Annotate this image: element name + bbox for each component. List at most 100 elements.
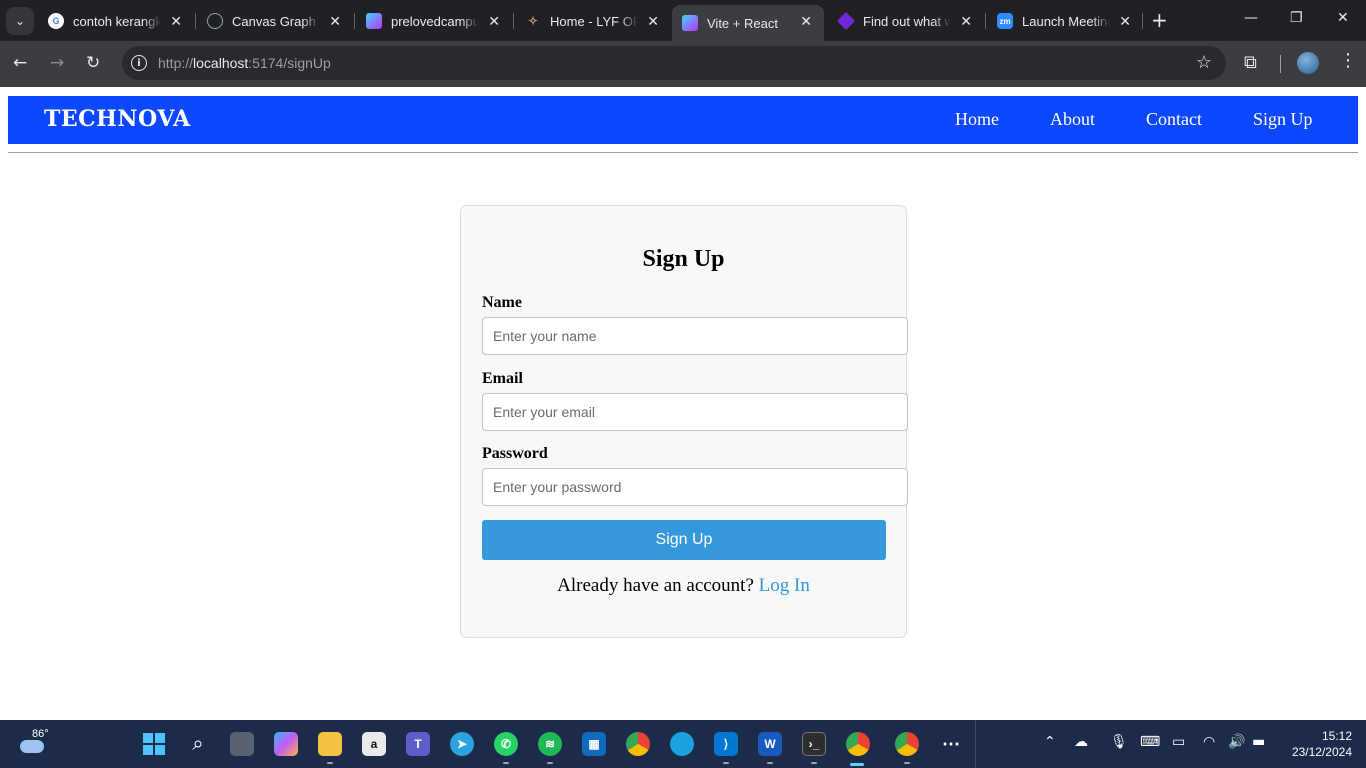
- signup-card: Sign Up Name Email Password Sign Up Alre…: [460, 205, 908, 638]
- browser-toolbar: ← → ↻ i http://localhost:5174/signUp ☆ ⧉…: [0, 41, 1366, 87]
- active-app-indicator: [850, 763, 864, 766]
- teams-icon[interactable]: T: [406, 732, 430, 756]
- site-info-icon[interactable]: i: [131, 55, 147, 71]
- tab-divider: [513, 13, 514, 29]
- whatsapp-icon[interactable]: ✆: [494, 732, 518, 756]
- name-input[interactable]: [482, 317, 908, 355]
- email-input[interactable]: [482, 393, 908, 431]
- microphone-icon[interactable]: 🎙: [1110, 734, 1128, 750]
- nav-link-home[interactable]: Home: [955, 109, 999, 130]
- restore-icon[interactable]: ❐: [1290, 10, 1303, 26]
- running-indicator: [723, 762, 729, 764]
- edge-icon[interactable]: [670, 732, 694, 756]
- new-tab-icon[interactable]: +: [1151, 10, 1168, 30]
- copilot-icon[interactable]: [274, 732, 298, 756]
- tab-label: contoh kerangka: [73, 13, 161, 29]
- keyboard-icon[interactable]: ⌨: [1140, 734, 1160, 750]
- battery-icon[interactable]: ▬: [1252, 734, 1265, 750]
- more-menu-icon[interactable]: ⋮: [1339, 50, 1357, 71]
- running-indicator: [767, 762, 773, 764]
- site-navbar: TECHNOVA Home About Contact Sign Up: [8, 96, 1358, 144]
- minimize-icon[interactable]: —: [1244, 10, 1258, 26]
- close-icon[interactable]: ✕: [1119, 13, 1131, 30]
- running-indicator: [811, 762, 817, 764]
- close-icon[interactable]: ✕: [329, 13, 341, 30]
- url-scheme: http://: [158, 55, 194, 71]
- wifi-icon[interactable]: ◠: [1203, 734, 1215, 750]
- task-view-icon[interactable]: [230, 732, 254, 756]
- running-indicator: [503, 762, 509, 764]
- url-path: :5174/signUp: [248, 55, 331, 71]
- extensions-icon[interactable]: ⧉: [1244, 52, 1257, 73]
- close-icon[interactable]: ✕: [800, 13, 812, 30]
- close-icon[interactable]: ✕: [488, 13, 500, 30]
- password-input[interactable]: [482, 468, 908, 506]
- openai-icon: [207, 13, 223, 29]
- close-icon[interactable]: ✕: [647, 13, 659, 30]
- tab-label: Vite + React: [707, 15, 778, 31]
- toolbar-divider: [1280, 55, 1281, 73]
- signup-submit-button[interactable]: Sign Up: [482, 520, 886, 560]
- close-icon[interactable]: ✕: [170, 13, 182, 30]
- bookmark-star-icon[interactable]: ☆: [1196, 52, 1212, 73]
- amazon-icon[interactable]: a: [362, 732, 386, 756]
- window-close-icon[interactable]: ✕: [1337, 10, 1349, 26]
- tab-canvas-graph[interactable]: Canvas Graph dan ✕: [197, 5, 353, 37]
- system-clock[interactable]: 15:12 23/12/2024: [1280, 728, 1352, 760]
- address-bar[interactable]: i http://localhost:5174/signUp ☆: [122, 46, 1226, 80]
- file-explorer-icon[interactable]: [318, 732, 342, 756]
- url-text[interactable]: http://localhost:5174/signUp: [158, 55, 331, 71]
- url-host: localhost: [193, 55, 249, 71]
- windows-start-icon[interactable]: [142, 732, 166, 756]
- close-icon[interactable]: ✕: [960, 13, 972, 30]
- tab-vite-react[interactable]: Vite + React ✕: [672, 5, 824, 41]
- name-label: Name: [482, 294, 522, 311]
- display-icon[interactable]: ▭: [1172, 734, 1185, 750]
- microsoft-store-icon[interactable]: ▦: [582, 732, 606, 756]
- tab-prelovedcampus[interactable]: prelovedcampus ✕: [356, 5, 512, 37]
- telegram-icon[interactable]: ➤: [450, 732, 474, 756]
- forward-icon[interactable]: →: [50, 53, 64, 73]
- tab-divider: [195, 13, 196, 29]
- tab-label: prelovedcampus: [391, 13, 479, 29]
- brand-logo[interactable]: TECHNOVA: [44, 106, 191, 132]
- diamond-icon: [836, 11, 856, 31]
- tab-divider: [354, 13, 355, 29]
- page-viewport: TECHNOVA Home About Contact Sign Up Sign…: [0, 87, 1366, 720]
- windows-taskbar: 86° ⌕ a T ➤ ✆ ≋ ▦ ⟩ W ›_ ⋯ ⌃ ☁ 🎙 ⌨ ▭ ◠ 🔊…: [0, 720, 1366, 768]
- nav-link-about[interactable]: About: [1050, 109, 1095, 130]
- tab-divider: [1142, 13, 1143, 29]
- tray-overflow-icon[interactable]: ⌃: [1044, 734, 1056, 750]
- tab-find-out[interactable]: Find out what we ✕: [828, 5, 984, 37]
- word-icon[interactable]: W: [758, 732, 782, 756]
- tab-label: Home - LYF OFFICIAL: [550, 13, 638, 29]
- clock-time: 15:12: [1321, 729, 1352, 743]
- login-link[interactable]: Log In: [759, 575, 810, 596]
- chrome-active-icon[interactable]: [846, 732, 870, 756]
- chrome-icon[interactable]: [626, 732, 650, 756]
- vite-icon: [682, 15, 698, 31]
- tab-google[interactable]: G contoh kerangka ✕: [38, 5, 194, 37]
- volume-icon[interactable]: 🔊: [1228, 734, 1245, 750]
- chrome-profile-icon[interactable]: [895, 732, 919, 756]
- login-prompt: Already have an account? Log In: [461, 575, 906, 597]
- navbar-divider: [8, 152, 1358, 153]
- back-icon[interactable]: ←: [13, 53, 27, 73]
- terminal-icon[interactable]: ›_: [802, 732, 826, 756]
- weather-cloud-icon: [20, 740, 44, 753]
- running-indicator: [327, 762, 333, 764]
- tab-search-icon[interactable]: ⌄: [6, 7, 34, 35]
- more-apps-icon[interactable]: ⋯: [939, 732, 963, 756]
- profile-avatar[interactable]: [1297, 52, 1319, 74]
- nav-link-contact[interactable]: Contact: [1146, 109, 1202, 130]
- search-icon[interactable]: ⌕: [186, 732, 210, 756]
- nav-link-signup[interactable]: Sign Up: [1253, 109, 1313, 130]
- vscode-icon[interactable]: ⟩: [714, 732, 738, 756]
- spotify-icon[interactable]: ≋: [538, 732, 562, 756]
- tab-launch-meeting[interactable]: zm Launch Meeting ✕: [987, 5, 1143, 37]
- onedrive-icon[interactable]: ☁: [1074, 734, 1088, 750]
- tab-lyf-official[interactable]: ✧ Home - LYF OFFICIAL ✕: [515, 5, 671, 37]
- reload-icon[interactable]: ↻: [86, 53, 100, 73]
- taskbar-divider: [975, 720, 976, 768]
- weather-widget[interactable]: 86°: [18, 728, 49, 758]
